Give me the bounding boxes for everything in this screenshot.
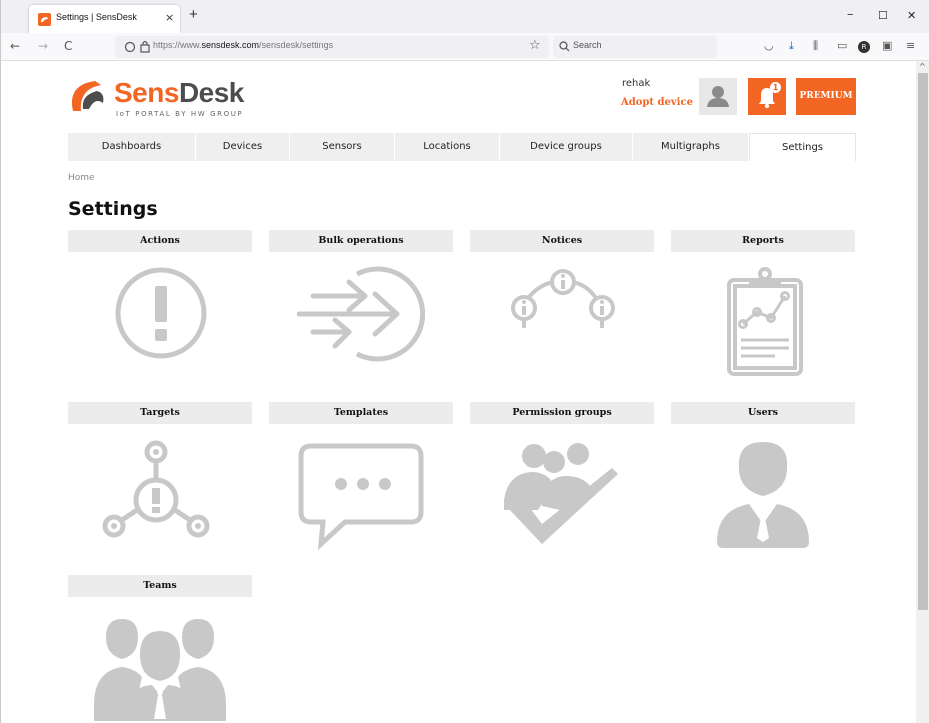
back-button[interactable]: ←	[10, 39, 20, 53]
main-menu: Dashboards Devices Sensors Locations Device …	[68, 133, 856, 161]
download-icon[interactable]: ⤓	[789, 39, 794, 53]
card-label: Actions	[68, 230, 252, 252]
card-label: Users	[671, 402, 855, 424]
card-label: Reports	[671, 230, 855, 252]
extension-icon[interactable]: ▣	[882, 39, 892, 52]
menu-item-settings[interactable]: Settings	[749, 133, 856, 161]
settings-card-bulk-operations[interactable]: Bulk operations	[269, 230, 453, 362]
card-label: Targets	[68, 402, 252, 424]
settings-card-notices[interactable]: Notices	[470, 230, 654, 328]
settings-card-reports[interactable]: Reports	[671, 230, 855, 376]
sidebar-icon[interactable]: ▭	[837, 39, 847, 52]
card-label: Notices	[470, 230, 654, 252]
new-tab-button[interactable]: +	[189, 6, 198, 23]
page-scrollbar[interactable]: ^	[916, 61, 929, 723]
target-network-icon	[102, 440, 210, 538]
card-label: Permission groups	[470, 402, 654, 424]
username-label: rehak	[622, 78, 651, 89]
clipboard-chart-icon	[727, 267, 803, 376]
brand-name: SensDesk	[114, 77, 244, 108]
scroll-up-icon[interactable]: ^	[919, 62, 926, 71]
settings-card-targets[interactable]: Targets	[68, 402, 252, 538]
breadcrumb[interactable]: Home	[68, 173, 95, 183]
menu-item-multigraphs[interactable]: Multigraphs	[633, 133, 749, 161]
window-maximize-button[interactable]: ☐	[878, 9, 888, 22]
menu-item-sensors[interactable]: Sensors	[290, 133, 395, 161]
library-icon[interactable]: ⫼	[813, 39, 818, 53]
adopt-device-link[interactable]: Adopt device	[621, 97, 693, 108]
url-text: https://www.sensdesk.com/sensdesk/settin…	[153, 40, 334, 50]
settings-card-teams[interactable]: Teams	[68, 575, 252, 721]
profile-avatar[interactable]: R	[858, 41, 870, 53]
settings-card-users[interactable]: Users	[671, 402, 855, 548]
bell-icon	[759, 88, 775, 109]
menu-item-devices[interactable]: Devices	[196, 133, 290, 161]
bookmark-star-icon[interactable]: ☆	[529, 38, 541, 53]
tab-strip: Settings | SensDesk × + − ☐ ✕	[1, 0, 929, 33]
sensdesk-logo[interactable]: SensDesk IoT PORTAL BY HW GROUP	[67, 77, 244, 119]
search-placeholder: Search	[573, 40, 602, 50]
window-close-button[interactable]: ✕	[907, 9, 916, 22]
card-label: Templates	[269, 402, 453, 424]
user-avatar-icon	[707, 86, 729, 107]
browser-window: Settings | SensDesk × + − ☐ ✕ ← → C http…	[0, 0, 929, 723]
reload-button[interactable]: C	[64, 39, 72, 53]
scrollbar-thumb[interactable]	[918, 73, 928, 610]
settings-card-permission-groups[interactable]: Permission groups	[470, 402, 654, 544]
card-label: Bulk operations	[269, 230, 453, 252]
page-content: SensDesk IoT PORTAL BY HW GROUP rehak Ad…	[1, 61, 916, 723]
lock-icon[interactable]	[140, 40, 150, 53]
settings-card-templates[interactable]: Templates	[269, 402, 453, 550]
user-icon	[717, 442, 809, 548]
menu-item-locations[interactable]: Locations	[395, 133, 500, 161]
arrows-circle-icon	[297, 266, 425, 362]
team-icon	[94, 619, 226, 721]
window-minimize-button[interactable]: −	[847, 9, 853, 21]
sensdesk-logo-icon	[71, 81, 104, 111]
browser-tab[interactable]: Settings | SensDesk ×	[29, 5, 180, 33]
sensdesk-favicon-icon	[38, 13, 51, 26]
forward-button[interactable]: →	[38, 39, 48, 53]
search-bar[interactable]: Search	[553, 36, 717, 58]
group-check-icon	[504, 443, 618, 544]
settings-card-actions[interactable]: Actions	[68, 230, 252, 359]
navigation-toolbar: ← → C https://www.sensdesk.com/sensdesk/…	[1, 33, 929, 61]
speech-bubble-icon	[298, 443, 424, 550]
page-title: Settings	[68, 198, 158, 220]
menu-item-device-groups[interactable]: Device groups	[500, 133, 633, 161]
exclamation-circle-icon	[115, 267, 207, 359]
url-bar[interactable]: https://www.sensdesk.com/sensdesk/settin…	[115, 36, 549, 58]
info-nodes-icon	[511, 269, 615, 328]
notification-badge: 1	[770, 82, 781, 93]
user-avatar-button[interactable]	[699, 78, 737, 115]
premium-button[interactable]: PREMIUM	[796, 78, 856, 115]
pocket-icon[interactable]: ◡	[764, 39, 774, 52]
brand-tagline: IoT PORTAL BY HW GROUP	[116, 110, 244, 118]
tab-close-icon[interactable]: ×	[165, 11, 174, 24]
notifications-button[interactable]: 1	[748, 78, 786, 115]
search-icon	[559, 41, 570, 52]
tab-title: Settings | SensDesk	[56, 12, 137, 22]
menu-item-dashboards[interactable]: Dashboards	[68, 133, 196, 161]
shield-icon[interactable]	[124, 41, 136, 53]
card-label: Teams	[68, 575, 252, 597]
menu-hamburger-icon[interactable]: ≡	[906, 39, 915, 52]
